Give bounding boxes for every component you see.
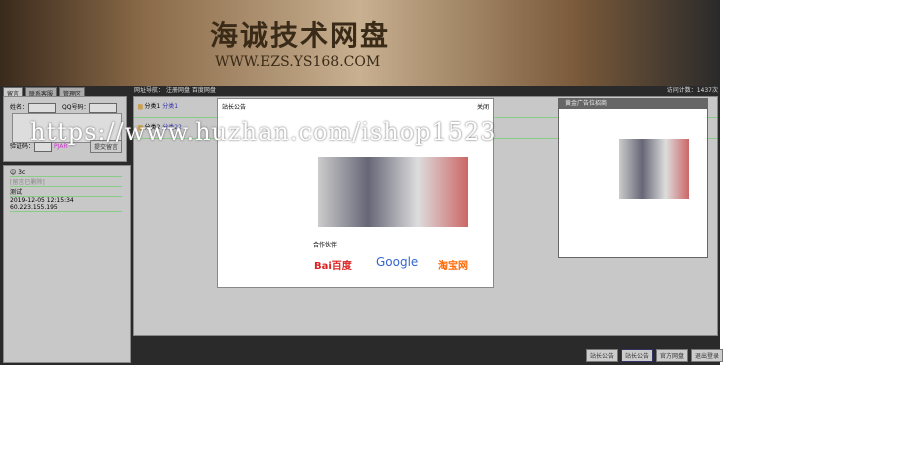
qq-label: QQ号码： bbox=[62, 104, 90, 111]
official-disk-button[interactable]: 官方网盘 bbox=[656, 349, 689, 362]
modal-close-button[interactable]: 关闭 bbox=[477, 102, 489, 111]
message-list: ☺ 3c [留言已删除] 测试 2019-12-05 12:15:34 60.2… bbox=[3, 165, 131, 363]
baidu-logo[interactable]: Bai百度 bbox=[314, 257, 352, 272]
announcement-button[interactable]: 站长公告 bbox=[586, 349, 619, 362]
ad-panel: 黄金广告位招商 bbox=[558, 98, 708, 258]
promo-image bbox=[318, 157, 468, 227]
logout-button[interactable]: 退出登录 bbox=[691, 349, 724, 362]
announcement-button-2[interactable]: 站长公告 bbox=[621, 349, 654, 362]
nav-link-baidu[interactable]: 百度网盘 bbox=[192, 87, 216, 94]
site-title: 海诚技术网盘 bbox=[210, 19, 391, 52]
banner: 海诚技术网盘 WWW.EZS.YS168.COM bbox=[0, 0, 720, 86]
nav-link-register[interactable]: 注册网盘 bbox=[166, 87, 190, 94]
nav-bar: 网址导航： 注册网盘 百度网盘 访问计数：1437次 bbox=[134, 86, 718, 96]
message-text: 测试 bbox=[10, 187, 122, 197]
partners-label: 合作伙伴 bbox=[313, 242, 338, 249]
site-url: WWW.EZS.YS168.COM bbox=[215, 54, 381, 70]
message-note: [留言已删除] bbox=[10, 177, 122, 187]
name-label: 姓名： bbox=[10, 104, 29, 111]
google-logo[interactable]: Google bbox=[376, 255, 418, 269]
message-meta: 2019-12-05 12:15:34 60.223.155.195 bbox=[10, 197, 122, 212]
name-input[interactable] bbox=[28, 103, 57, 113]
nav-label: 网址导航： bbox=[134, 87, 165, 94]
watermark: https://www.huzhan.com/ishop1523 bbox=[30, 118, 497, 146]
qq-input[interactable] bbox=[89, 103, 118, 113]
visit-counter: 访问计数：1437次 bbox=[666, 87, 718, 94]
modal-title: 站长公告 bbox=[222, 104, 247, 111]
bottom-buttons: 站长公告 站长公告 官方网盘 退出登录 bbox=[586, 349, 724, 362]
folder-icon: ▆ bbox=[138, 103, 143, 110]
ad-image[interactable] bbox=[619, 139, 689, 199]
taobao-logo[interactable]: 淘宝网 bbox=[438, 257, 468, 272]
message-user: ☺ 3c bbox=[10, 169, 122, 177]
ad-title: 黄金广告位招商 bbox=[559, 99, 707, 109]
